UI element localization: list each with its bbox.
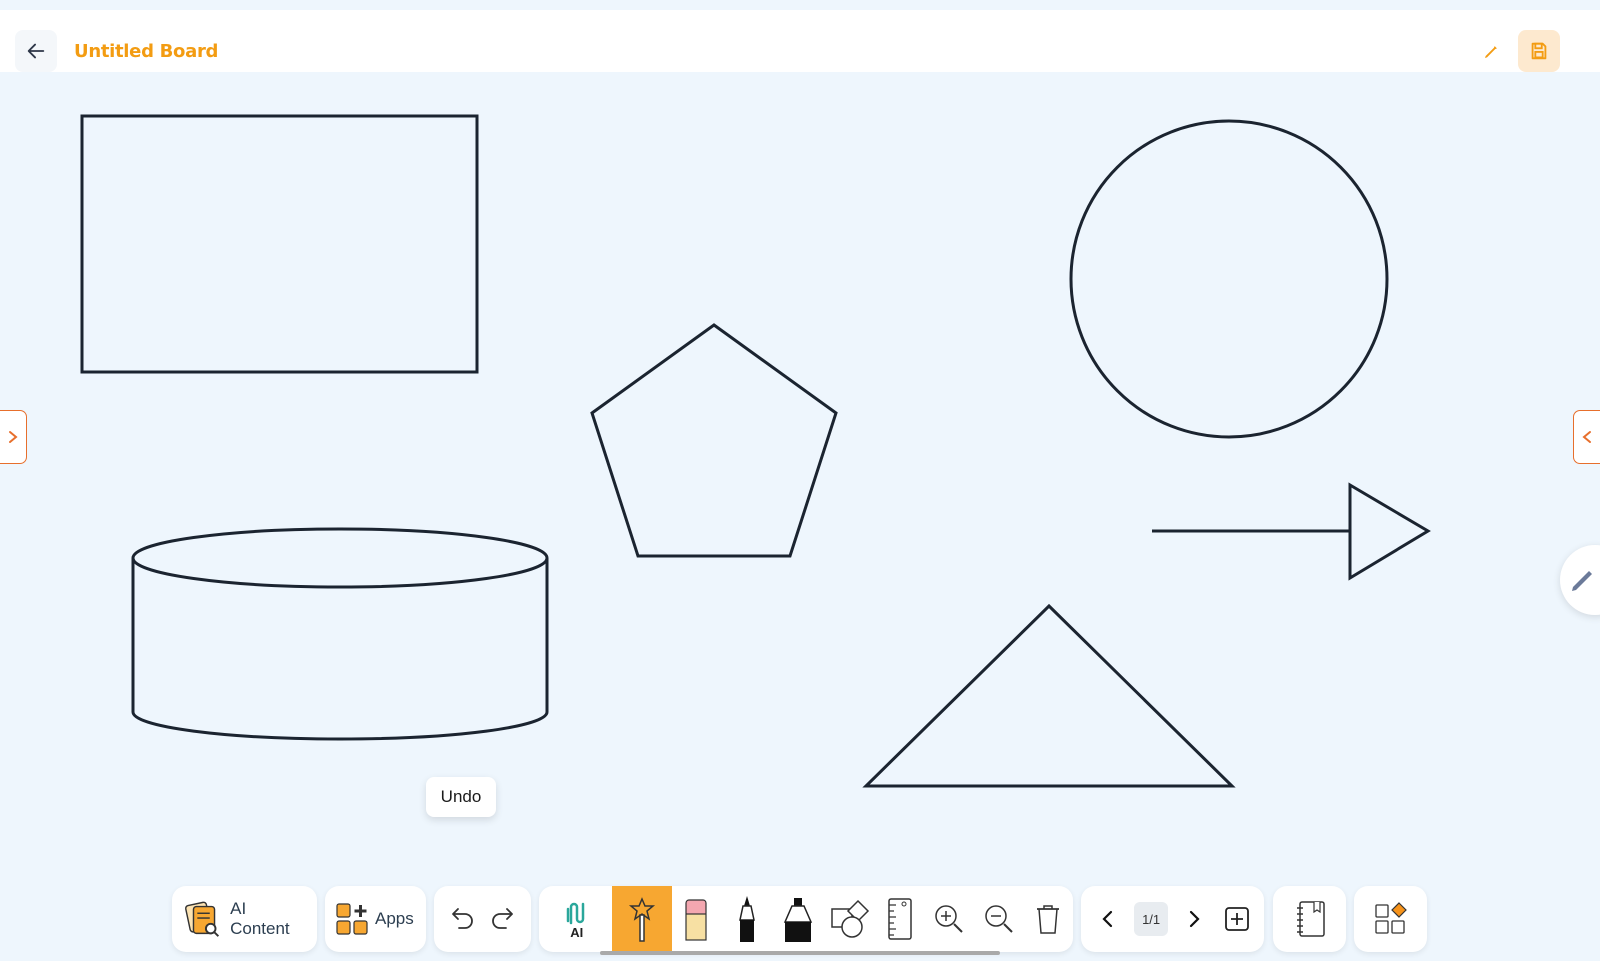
circle-shape[interactable] bbox=[1069, 119, 1389, 439]
notebook-group bbox=[1273, 886, 1346, 952]
widgets-button[interactable] bbox=[1373, 886, 1409, 952]
back-arrow-icon bbox=[27, 43, 45, 59]
chevron-left-icon bbox=[1582, 431, 1591, 443]
eraser-icon bbox=[685, 899, 708, 941]
ai-pen-button[interactable]: AI bbox=[553, 886, 600, 952]
ai-tool-label: AI bbox=[570, 924, 584, 940]
save-button[interactable] bbox=[1518, 30, 1560, 72]
undo-icon bbox=[452, 908, 474, 929]
highlighter-icon bbox=[784, 898, 813, 942]
marker-button[interactable] bbox=[721, 886, 772, 952]
apps-icon bbox=[336, 903, 368, 935]
delete-button[interactable] bbox=[1024, 886, 1073, 952]
pen-icon bbox=[1572, 571, 1592, 591]
zoom-in-button[interactable] bbox=[925, 886, 974, 952]
ai-content-group: AI Content bbox=[172, 886, 317, 952]
page-nav-group: 1/1 bbox=[1081, 886, 1264, 952]
apps-button[interactable]: Apps bbox=[335, 886, 414, 952]
triangle-shape[interactable] bbox=[862, 603, 1236, 788]
chevron-right-icon bbox=[9, 431, 18, 443]
ai-content-button[interactable]: AI Content bbox=[182, 886, 307, 952]
marker-icon bbox=[738, 896, 755, 942]
eraser-button[interactable] bbox=[672, 886, 721, 952]
magic-wand-button[interactable] bbox=[612, 886, 672, 952]
zoom-in-icon bbox=[935, 905, 964, 933]
apps-label: Apps bbox=[375, 909, 414, 928]
undo-tooltip: Undo bbox=[426, 777, 496, 817]
zoom-out-icon bbox=[985, 905, 1013, 933]
magic-wand-icon bbox=[629, 897, 656, 942]
trash-icon bbox=[1037, 905, 1060, 934]
drawing-canvas[interactable] bbox=[0, 72, 1600, 961]
highlighter-button[interactable] bbox=[773, 886, 824, 952]
cylinder-shape[interactable] bbox=[131, 527, 549, 741]
pencil-icon bbox=[1485, 46, 1497, 58]
widgets-icon bbox=[1374, 902, 1407, 934]
redo-icon bbox=[491, 908, 513, 929]
page-indicator: 1/1 bbox=[1134, 902, 1169, 936]
add-page-button[interactable] bbox=[1220, 886, 1254, 952]
prev-page-button[interactable] bbox=[1091, 886, 1125, 952]
arrow-shape[interactable] bbox=[1152, 482, 1431, 581]
save-icon bbox=[1531, 42, 1547, 60]
rectangle-shape[interactable] bbox=[80, 114, 479, 374]
next-page-icon bbox=[1189, 910, 1200, 928]
left-panel-toggle[interactable] bbox=[0, 410, 27, 464]
ruler-icon bbox=[888, 898, 912, 940]
back-button[interactable] bbox=[15, 30, 57, 72]
apps-group: Apps bbox=[325, 886, 426, 952]
notebook-icon bbox=[1296, 901, 1325, 937]
ai-content-label: AI Content bbox=[230, 899, 290, 938]
add-page-icon bbox=[1224, 907, 1249, 931]
ai-content-icon bbox=[185, 901, 220, 937]
ai-pen-icon bbox=[566, 902, 584, 924]
zoom-out-button[interactable] bbox=[974, 886, 1023, 952]
undo-button[interactable] bbox=[441, 886, 481, 952]
next-page-button[interactable] bbox=[1177, 886, 1211, 952]
pentagon-shape[interactable] bbox=[590, 323, 838, 558]
prev-page-icon bbox=[1102, 910, 1113, 928]
undo-redo-group bbox=[434, 886, 531, 952]
board-title[interactable]: Untitled Board bbox=[74, 41, 218, 62]
edit-title-button[interactable] bbox=[1479, 40, 1503, 64]
top-strip bbox=[0, 0, 1600, 10]
widgets-group bbox=[1354, 886, 1427, 952]
toolbar-scroll-indicator bbox=[600, 951, 1000, 955]
drawing-tools-group: AI bbox=[539, 886, 1073, 952]
right-panel-toggle[interactable] bbox=[1573, 410, 1600, 464]
header-bar: Untitled Board bbox=[0, 10, 1600, 72]
ruler-button[interactable] bbox=[875, 886, 924, 952]
notebook-button[interactable] bbox=[1294, 886, 1326, 952]
redo-button[interactable] bbox=[484, 886, 524, 952]
shapes-button[interactable] bbox=[824, 886, 875, 952]
shapes-icon bbox=[830, 899, 869, 938]
